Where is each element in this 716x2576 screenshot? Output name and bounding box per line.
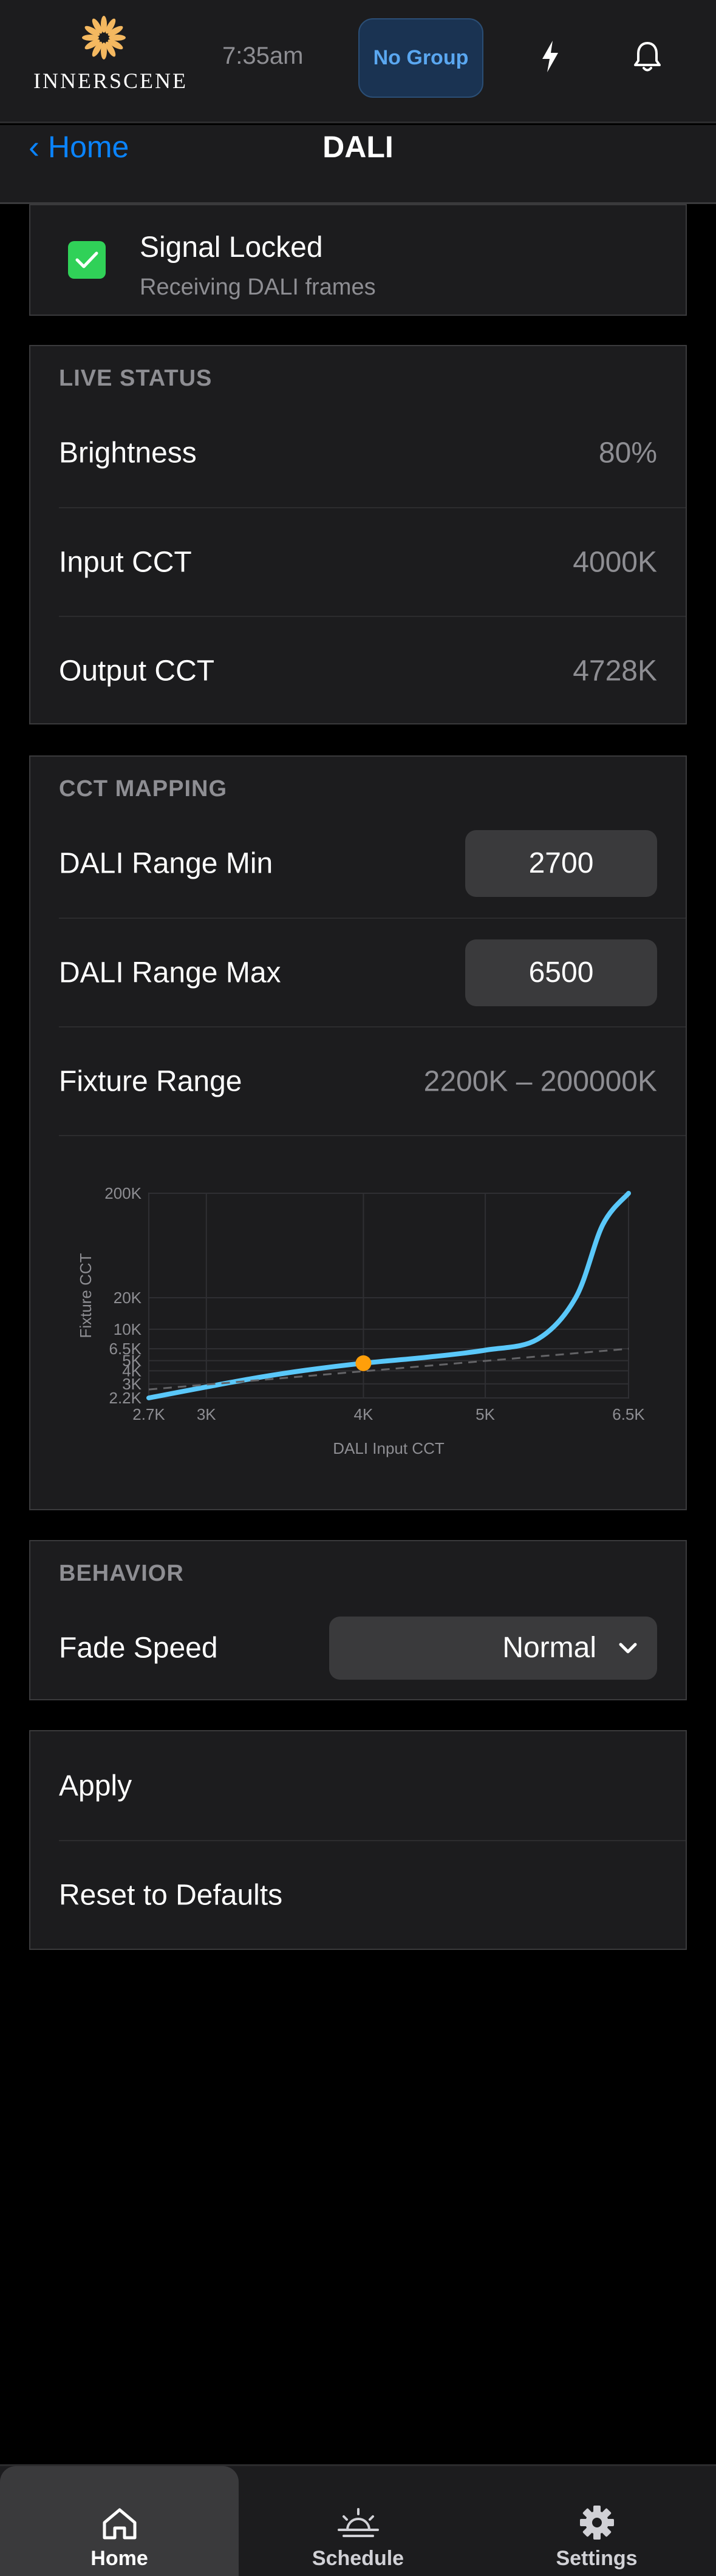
- status-row-input-cct: Input CCT 4000K: [30, 508, 686, 616]
- status-value: 4728K: [573, 655, 657, 687]
- reset-defaults-button[interactable]: Reset to Defaults: [30, 1841, 686, 1949]
- section-header-live-status: LIVE STATUS: [59, 366, 213, 391]
- status-value: 4000K: [573, 546, 657, 578]
- gear-icon: [579, 2506, 614, 2540]
- signal-title: Signal Locked: [140, 231, 323, 264]
- cct-curve-chart: 200K 20K 10K 6.5K 5K 4K 3K 2.2K 2.7K 3K 4K 5K 6.5K Fi…: [30, 1136, 686, 1509]
- tab-settings[interactable]: Settings: [477, 2466, 716, 2576]
- reset-label: Reset to Defaults: [59, 1879, 283, 1911]
- status-row-brightness: Brightness 80%: [30, 398, 686, 507]
- signal-subtitle: Receiving DALI frames: [140, 274, 376, 300]
- actions-card: Apply Reset to Defaults: [29, 1730, 687, 1950]
- cct-mapping-card: CCT MAPPING DALI Range Min 2700 DALI Ran…: [29, 755, 687, 1510]
- brand-logo: INNERSCENE: [33, 15, 188, 94]
- chevron-down-icon: [619, 1643, 637, 1653]
- chart-y-tick-label: 10K: [114, 1320, 142, 1338]
- status-label: Output CCT: [59, 655, 215, 687]
- range-max-input[interactable]: 6500: [465, 939, 657, 1006]
- top-bar: INNERSCENE 7:35am No Group: [0, 0, 716, 123]
- apply-label: Apply: [59, 1770, 132, 1802]
- range-max-label: DALI Range Max: [59, 956, 281, 989]
- chart-x-tick-label: 4K: [354, 1405, 373, 1423]
- chart-x-tick-label: 2.7K: [132, 1405, 165, 1423]
- chart-plot-frame: [148, 1193, 629, 1399]
- section-header-behavior: BEHAVIOR: [59, 1561, 184, 1586]
- tab-bar: Home Schedule Settings: [0, 2464, 716, 2576]
- chart-y-tick-label: 2.2K: [109, 1389, 142, 1407]
- status-label: Brightness: [59, 437, 197, 469]
- tab-schedule[interactable]: Schedule: [239, 2466, 477, 2576]
- tab-settings-label: Settings: [556, 2547, 638, 2570]
- section-header-cct-mapping: CCT MAPPING: [59, 776, 227, 802]
- sunrise-icon: [337, 2508, 379, 2537]
- chart-x-tick-label: 6.5K: [612, 1405, 645, 1423]
- fixture-range-label: Fixture Range: [59, 1065, 242, 1097]
- fade-speed-label: Fade Speed: [59, 1632, 218, 1664]
- fixture-range-value: 2200K – 200000K: [423, 1065, 657, 1097]
- tab-home-label: Home: [90, 2547, 148, 2570]
- behavior-card: BEHAVIOR Fade Speed Normal: [29, 1540, 687, 1700]
- clock-time: 7:35am: [222, 43, 304, 69]
- chart-mapping-curve: [146, 1191, 631, 1400]
- lightning-button[interactable]: [529, 35, 571, 78]
- signal-locked-checkbox[interactable]: [68, 241, 106, 279]
- chart-y-tick-label: 200K: [104, 1184, 141, 1202]
- fade-speed-row: Fade Speed Normal: [30, 1593, 686, 1702]
- checkmark-icon: [75, 251, 98, 268]
- fade-speed-select[interactable]: Normal: [329, 1616, 657, 1680]
- status-label: Input CCT: [59, 546, 192, 578]
- chart-y-axis-label: Fixture CCT: [77, 1253, 95, 1338]
- tab-schedule-label: Schedule: [312, 2547, 404, 2570]
- nav-bar: ‹ Home DALI: [0, 125, 716, 204]
- live-status-card: LIVE STATUS Brightness 80% Input CCT 400…: [29, 345, 687, 724]
- page-title: DALI: [322, 130, 394, 164]
- group-button[interactable]: No Group: [358, 18, 483, 98]
- fixture-range-row: Fixture Range 2200K – 200000K: [30, 1027, 686, 1136]
- notifications-button[interactable]: [626, 35, 669, 78]
- cct-chart-svg: 200K20K10K6.5K5K4K3K2.2K2.7K 3K 4K 5K 6.5KFi…: [77, 1184, 645, 1457]
- chart-x-tick-label: 3K: [197, 1405, 216, 1423]
- range-min-input[interactable]: 2700: [465, 830, 657, 897]
- chart-y-tick-label: 20K: [114, 1289, 142, 1307]
- range-min-row: DALI Range Min 2700: [30, 809, 686, 918]
- sunburst-logo-icon: [82, 16, 126, 60]
- home-icon: [103, 2508, 136, 2540]
- fade-speed-value: Normal: [502, 1632, 596, 1664]
- chart-x-tick-label: 5K: [476, 1405, 495, 1423]
- tab-home[interactable]: Home: [0, 2466, 239, 2576]
- range-max-row: DALI Range Max 6500: [30, 918, 686, 1027]
- range-min-label: DALI Range Min: [59, 847, 273, 879]
- chart-current-point-marker: [355, 1355, 372, 1371]
- status-row-output-cct: Output CCT 4728K: [30, 616, 686, 725]
- brand-name: INNERSCENE: [33, 69, 188, 93]
- chart-x-axis-label: DALI Input CCT: [333, 1439, 445, 1457]
- lightning-icon: [542, 41, 558, 72]
- apply-button[interactable]: Apply: [30, 1731, 686, 1840]
- signal-status-card: Signal Locked Receiving DALI frames: [29, 204, 687, 316]
- bell-icon: [634, 42, 661, 72]
- status-value: 80%: [598, 437, 657, 469]
